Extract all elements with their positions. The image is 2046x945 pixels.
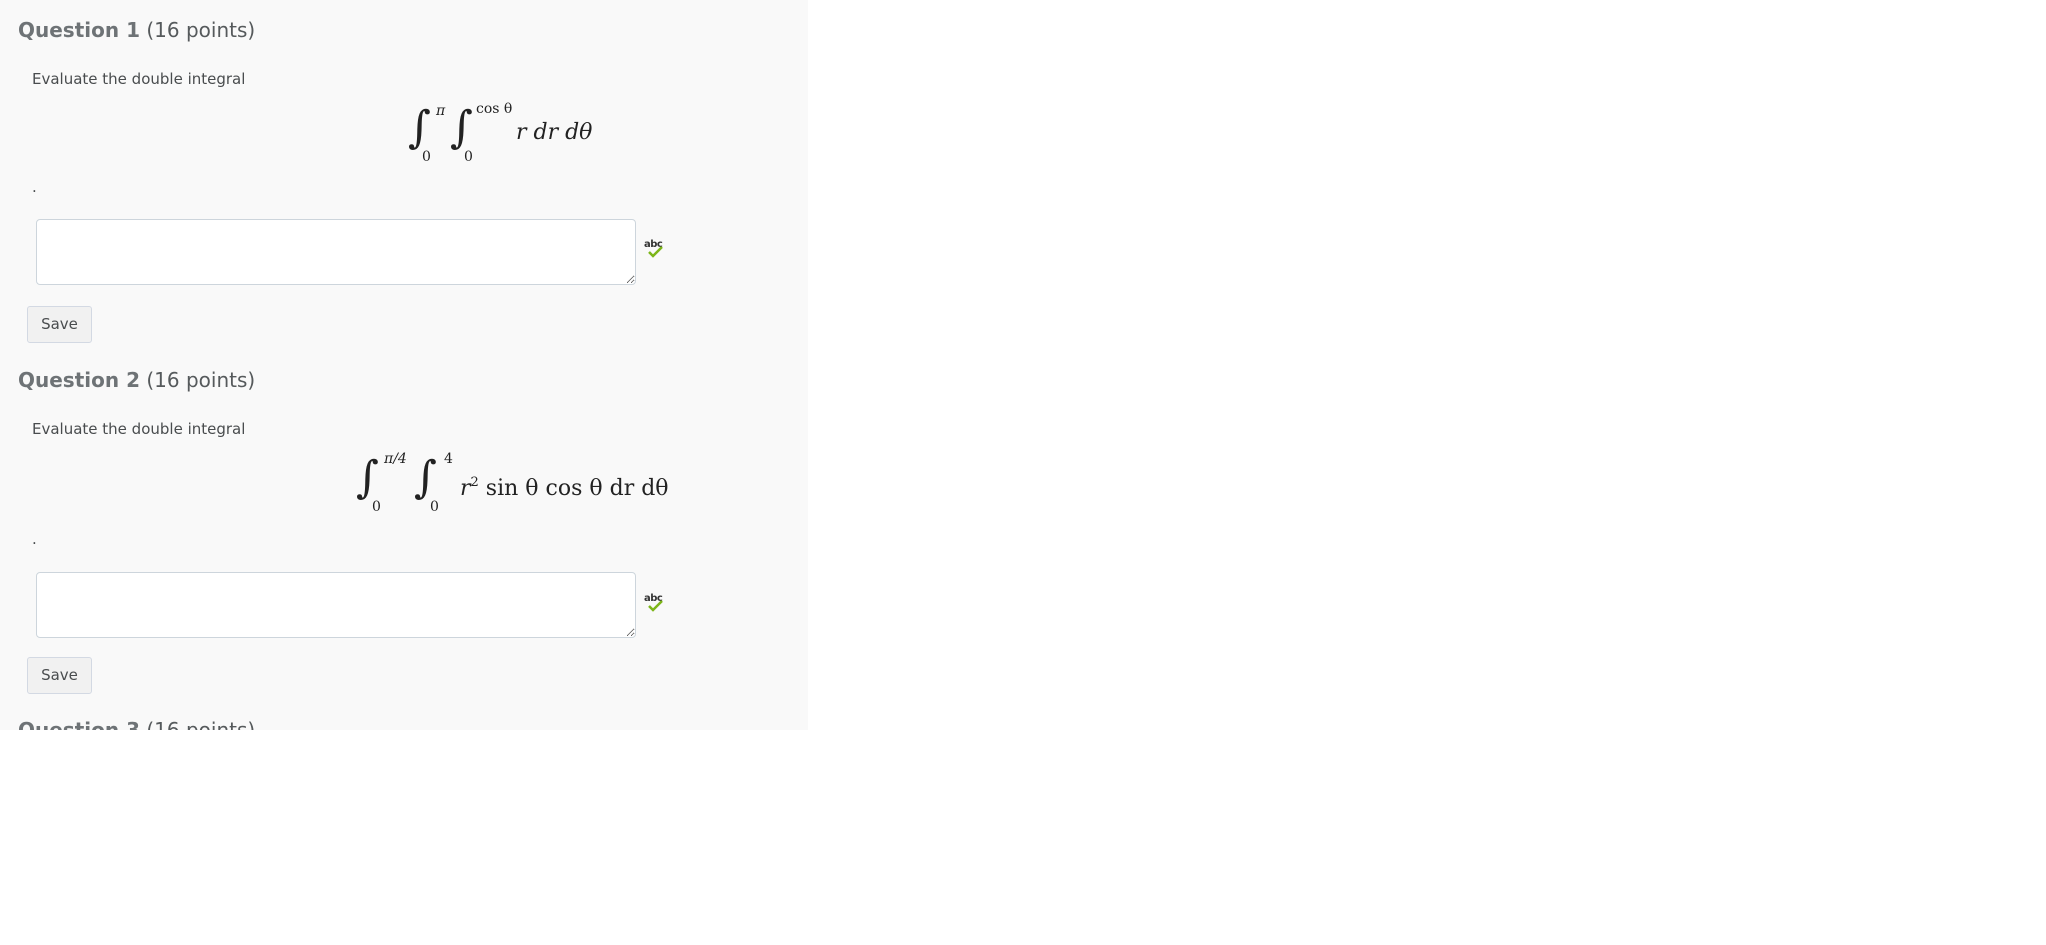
quiz-panel: Question 1 (16 points) Evaluate the doub… xyxy=(0,0,808,730)
spellcheck-icon[interactable]: abc xyxy=(644,594,666,616)
question-1-prompt: Evaluate the double integral xyxy=(32,70,246,88)
question-points: (16 points) xyxy=(146,18,256,42)
question-2-prompt: Evaluate the double integral xyxy=(32,420,246,438)
question-1-trailing: . xyxy=(32,178,37,196)
question-1-integral: ∫ π 0 ∫ cos θ 0 r dr dθ xyxy=(408,98,608,168)
integral-sign-outer: ∫ xyxy=(356,452,379,503)
outer-upper-limit: π/4 xyxy=(384,451,407,467)
question-2-answer-field[interactable] xyxy=(36,572,636,638)
integrand: r dr dθ xyxy=(516,120,593,145)
question-2-trailing: . xyxy=(32,530,37,548)
question-number: Question 2 xyxy=(18,368,140,392)
inner-lower-limit: 0 xyxy=(430,499,439,515)
outer-upper-limit: π xyxy=(436,103,446,119)
outer-lower-limit: 0 xyxy=(372,499,381,515)
integral-sign-outer: ∫ xyxy=(408,102,431,153)
check-icon xyxy=(648,246,663,258)
question-3-title: Question 3 (16 points) xyxy=(18,718,255,730)
integrand: r2 sin θ cos θ dr dθ xyxy=(460,475,669,501)
question-points: (16 points) xyxy=(146,368,256,392)
integral-sign-inner: ∫ xyxy=(414,452,437,503)
question-points: (16 points) xyxy=(146,718,256,730)
integral-sign-inner: ∫ xyxy=(450,102,473,153)
inner-upper-limit: 4 xyxy=(444,451,453,467)
question-1-answer-field[interactable] xyxy=(36,219,636,285)
spellcheck-icon[interactable]: abc xyxy=(644,240,666,262)
question-number: Question 1 xyxy=(18,18,140,42)
inner-upper-limit: cos θ xyxy=(476,101,513,117)
question-number: Question 3 xyxy=(18,718,140,730)
question-2-integral: ∫ π/4 0 ∫ 4 0 r2 sin θ cos θ dr dθ xyxy=(356,448,676,518)
check-icon xyxy=(648,600,663,612)
question-2-title: Question 2 (16 points) xyxy=(18,368,255,392)
question-1-title: Question 1 (16 points) xyxy=(18,18,255,42)
inner-lower-limit: 0 xyxy=(464,149,473,165)
question-2-save-button[interactable]: Save xyxy=(27,657,92,694)
question-1-save-button[interactable]: Save xyxy=(27,306,92,343)
outer-lower-limit: 0 xyxy=(422,149,431,165)
